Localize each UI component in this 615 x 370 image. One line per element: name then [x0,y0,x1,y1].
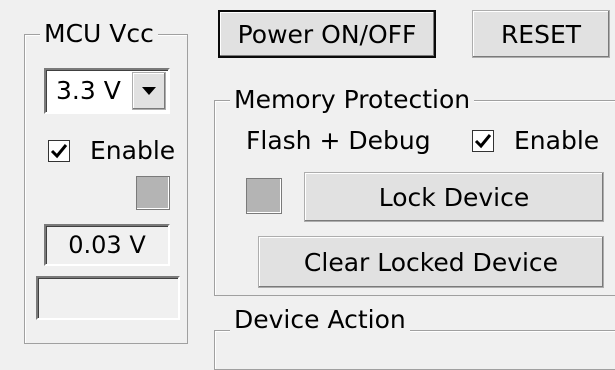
mcu-enable-checkbox[interactable] [48,140,70,162]
checkmark-icon [474,134,492,149]
device-action-group [214,330,615,370]
measured-voltage-readout: 0.03 V [44,224,170,266]
clear-locked-device-button[interactable]: Clear Locked Device [258,236,604,288]
vcc-status-indicator [136,176,170,210]
mcu-vcc-title: MCU Vcc [40,20,158,48]
flash-debug-label: Flash + Debug [246,126,431,155]
memory-protection-enable-label: Enable [514,126,600,155]
memory-protection-enable-checkbox[interactable] [472,130,494,152]
device-action-title: Device Action [230,306,410,334]
voltage-select-value: 3.3 V [56,76,121,105]
chevron-down-icon[interactable] [132,72,166,110]
reset-button[interactable]: RESET [472,10,610,58]
memory-protection-title: Memory Protection [230,86,475,114]
vcc-status-box [36,276,180,320]
mcu-enable-label: Enable [90,136,176,165]
lock-device-button[interactable]: Lock Device [304,172,604,222]
lock-status-indicator [246,178,282,214]
checkmark-icon [50,144,68,159]
power-toggle-button[interactable]: Power ON/OFF [218,10,436,58]
voltage-select[interactable]: 3.3 V [44,68,170,114]
